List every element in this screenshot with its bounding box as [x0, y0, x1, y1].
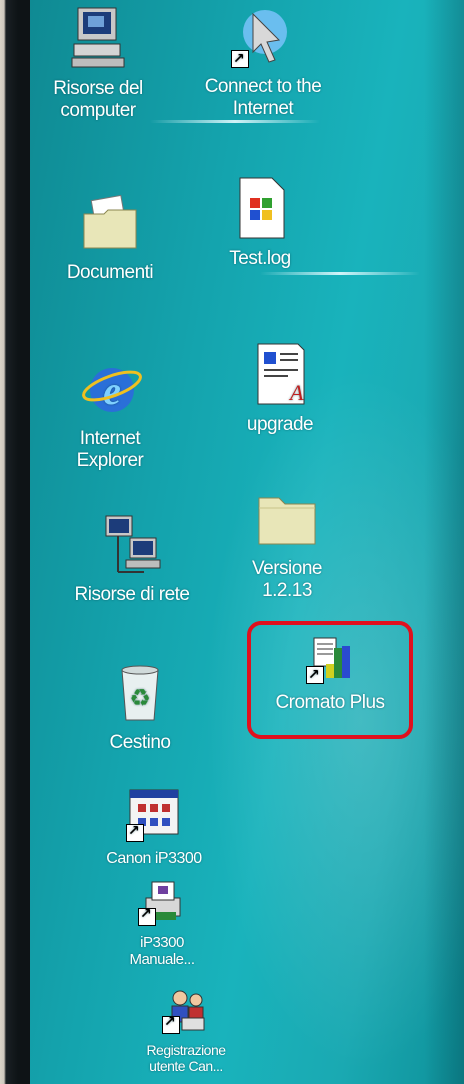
- desktop-icon-connect-internet[interactable]: Connect to the Internet: [178, 4, 348, 120]
- desktop-icon-version-folder[interactable]: Versione 1.2.13: [232, 486, 342, 602]
- desktop-icon-user-registration[interactable]: Registrazione utente Can...: [126, 986, 246, 1074]
- icon-label: Connect to the Internet: [204, 76, 322, 119]
- canon-printer-icon: [126, 786, 182, 842]
- folder-icon: [255, 486, 319, 550]
- desktop-icon-documents[interactable]: Documenti: [50, 190, 170, 284]
- desktop-icon-my-computer[interactable]: Risorse del computer: [38, 6, 158, 122]
- text-file-icon: [228, 176, 292, 240]
- shortcut-arrow-icon: [162, 1014, 180, 1034]
- connect-internet-icon: [231, 4, 295, 70]
- registration-icon: [162, 986, 210, 1034]
- icon-label: Risorse del computer: [53, 78, 143, 121]
- icon-label: Registrazione utente Can...: [146, 1042, 226, 1074]
- svg-text:A: A: [288, 380, 304, 405]
- screen-glare: [150, 120, 320, 123]
- icon-label: iP3300 Manuale...: [129, 934, 195, 968]
- desktop-icon-network[interactable]: Risorse di rete: [62, 512, 202, 606]
- icon-label: Cestino: [109, 732, 171, 753]
- desktop-icon-recycle-bin[interactable]: ♻ Cestino: [90, 660, 190, 754]
- icon-label: Risorse di rete: [74, 584, 191, 605]
- shortcut-arrow-icon: [138, 906, 156, 926]
- icon-label: Documenti: [66, 262, 154, 283]
- icon-label: upgrade: [246, 414, 314, 435]
- desktop-icon-upgrade[interactable]: A upgrade: [230, 342, 330, 436]
- wordpad-document-icon: A: [248, 342, 312, 406]
- icon-label: Canon iP3300: [106, 850, 202, 867]
- screen-glare: [260, 272, 420, 275]
- selection-highlight-box: [247, 621, 413, 739]
- desktop-icon-test-log[interactable]: Test.log: [210, 176, 310, 270]
- shortcut-arrow-icon: [126, 822, 144, 842]
- shortcut-arrow-icon: [231, 48, 249, 70]
- internet-explorer-icon: e: [78, 356, 142, 420]
- icon-label: Test.log: [229, 248, 291, 269]
- manual-icon: [138, 878, 186, 926]
- recycle-bin-icon: ♻: [108, 660, 172, 724]
- desktop-icon-ip3300-manual[interactable]: iP3300 Manuale...: [112, 878, 212, 968]
- folder-documents-icon: [78, 190, 142, 254]
- network-icon: [100, 512, 164, 576]
- icon-label: Internet Explorer: [76, 428, 144, 471]
- desktop-icon-canon-ip3300[interactable]: Canon iP3300: [92, 786, 216, 868]
- icon-label: Versione 1.2.13: [252, 558, 322, 601]
- svg-text:♻: ♻: [129, 684, 151, 712]
- my-computer-icon: [66, 6, 130, 70]
- desktop-icon-internet-explorer[interactable]: e Internet Explorer: [60, 356, 160, 472]
